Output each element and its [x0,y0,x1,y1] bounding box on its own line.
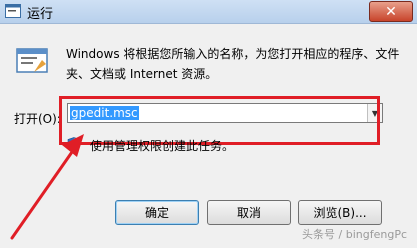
dropdown-arrow-icon[interactable]: ▼ [367,104,382,122]
close-icon: ✕ [385,3,397,20]
run-program-icon [16,48,48,73]
browse-button[interactable]: 浏览(B)... [298,200,382,225]
dialog-body: Windows 将根据您所输入的名称，为您打开相应的程序、文件夹、文档或 Int… [0,24,417,248]
close-button[interactable]: ✕ [369,1,413,22]
ok-button[interactable]: 确定 [115,200,199,225]
admin-task-note: 使用管理权限创建此任务。 [90,139,235,153]
open-combobox[interactable]: gpedit.msc ▼ [67,103,383,123]
dialog-description: Windows 将根据您所输入的名称，为您打开相应的程序、文件夹、文档或 Int… [66,47,400,81]
open-label: 打开(O): [14,112,61,126]
window-title: 运行 [27,7,54,22]
uac-shield-icon [67,137,81,151]
title-bar: 运行 ✕ [0,0,417,24]
run-window-icon [5,4,21,18]
open-input-value[interactable]: gpedit.msc [70,106,139,120]
watermark: 头条号 / bingfengPc [302,228,407,241]
cancel-button[interactable]: 取消 [207,200,291,225]
